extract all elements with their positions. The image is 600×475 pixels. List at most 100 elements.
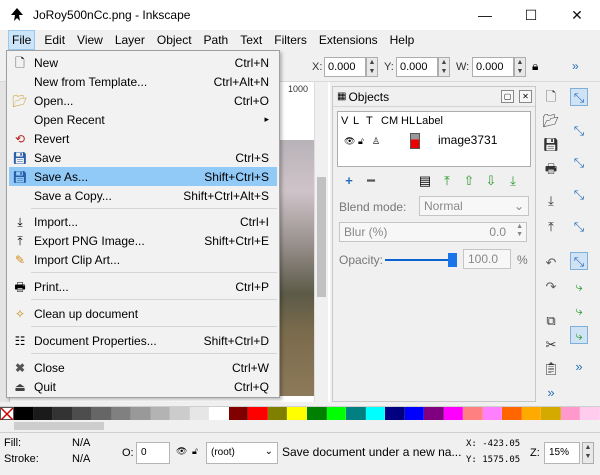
- menu-item-new[interactable]: 🗋 New Ctrl+N: [9, 53, 277, 72]
- snap-bbox-midpoints-icon[interactable]: ⤡: [570, 218, 588, 236]
- palette-swatch[interactable]: [53, 407, 73, 421]
- zoom-input[interactable]: 15%: [544, 442, 580, 464]
- menu-filters[interactable]: Filters: [271, 30, 310, 50]
- raise-icon[interactable]: ⇧: [461, 173, 477, 189]
- palette-swatch[interactable]: [424, 407, 444, 421]
- remove-icon[interactable]: ━: [363, 173, 379, 189]
- export-icon[interactable]: ⤒: [542, 218, 560, 236]
- menu-item-save[interactable]: 💾︎ Save Ctrl+S: [9, 148, 277, 167]
- snap-bbox-edges-icon[interactable]: ⤡: [570, 154, 588, 172]
- paste-icon[interactable]: 📋︎: [542, 360, 560, 378]
- stroke-value[interactable]: N/A: [72, 453, 90, 465]
- highlight-color-swatch[interactable]: [410, 133, 420, 149]
- commands-overflow-icon[interactable]: »: [542, 384, 560, 402]
- zoom-spinner[interactable]: ▲ ▼: [582, 442, 594, 464]
- w-input[interactable]: 0.000: [472, 57, 514, 77]
- w-spinner[interactable]: ▲ ▼: [514, 57, 526, 77]
- new-document-icon[interactable]: 🗋: [542, 88, 560, 106]
- menu-path[interactable]: Path: [201, 30, 232, 50]
- blur-field[interactable]: Blur (%) 0.0 ▲ ▼: [339, 222, 527, 242]
- menu-item-close[interactable]: ✖ Close Ctrl+W: [9, 358, 277, 377]
- menu-object[interactable]: Object: [154, 30, 195, 50]
- palette-swatch[interactable]: [521, 407, 542, 421]
- no-paint-swatch[interactable]: [0, 407, 14, 421]
- palette-swatch[interactable]: [170, 407, 190, 421]
- opacity-slider[interactable]: [385, 253, 457, 267]
- menu-item-open[interactable]: 📂︎ Open... Ctrl+O: [9, 91, 277, 110]
- snap-enable-icon[interactable]: ⤡: [570, 88, 588, 106]
- maximize-button[interactable]: ☐: [508, 0, 554, 30]
- y-input[interactable]: 0.000: [396, 57, 438, 77]
- palette-swatch[interactable]: [72, 407, 93, 421]
- palette-swatch[interactable]: [287, 407, 307, 421]
- unlock-icon[interactable]: 🔓︎: [358, 136, 364, 147]
- lock-icon[interactable]: 🔒︎: [532, 59, 538, 74]
- object-row-label[interactable]: image3731: [438, 133, 497, 147]
- layer-visibility-icon[interactable]: 👁︎: [176, 446, 187, 457]
- cut-icon[interactable]: ✂: [542, 336, 560, 354]
- fill-value[interactable]: N/A: [72, 437, 90, 449]
- scroll-thumb[interactable]: [317, 177, 326, 297]
- minimize-button[interactable]: —: [462, 0, 508, 30]
- menu-item-document-properties[interactable]: ☷ Document Properties... Shift+Ctrl+D: [9, 331, 277, 350]
- palette-swatch[interactable]: [346, 407, 366, 421]
- palette-swatch[interactable]: [209, 407, 229, 421]
- snap-paths-icon[interactable]: ⤷: [570, 278, 588, 296]
- snap-bbox-icon[interactable]: ⤡: [570, 122, 588, 140]
- snap-path-intersections-icon[interactable]: ⤷: [570, 302, 588, 320]
- palette-swatch[interactable]: [580, 407, 600, 421]
- raise-to-top-icon[interactable]: ⤒: [439, 173, 455, 189]
- menu-item-new-from-template[interactable]: New from Template... Ctrl+Alt+N: [9, 72, 277, 91]
- canvas-image[interactable]: [279, 140, 314, 396]
- palette-swatch[interactable]: [189, 407, 210, 421]
- menu-item-save-as[interactable]: 💾︎ Save As... Shift+Ctrl+S: [9, 167, 277, 186]
- palette-swatch[interactable]: [560, 407, 581, 421]
- palette-swatch[interactable]: [267, 407, 288, 421]
- palette-swatch[interactable]: [306, 407, 327, 421]
- snap-nodes-icon[interactable]: ⤡: [570, 252, 588, 270]
- palette-swatch[interactable]: [502, 407, 522, 421]
- menu-edit[interactable]: Edit: [41, 30, 68, 50]
- lower-icon[interactable]: ⇩: [483, 173, 499, 189]
- opacity-input[interactable]: 100.0: [463, 249, 511, 269]
- undo-icon[interactable]: ↶: [542, 254, 560, 272]
- snap-bbox-corners-icon[interactable]: ⤡: [570, 186, 588, 204]
- menu-item-import[interactable]: ⤓ Import... Ctrl+I: [9, 212, 277, 231]
- opacity-slider-handle[interactable]: [448, 253, 457, 267]
- copy-icon[interactable]: ⧉: [542, 312, 560, 330]
- palette-swatch[interactable]: [326, 407, 347, 421]
- palette-swatch[interactable]: [33, 407, 54, 421]
- palette-swatch[interactable]: [248, 407, 268, 421]
- palette-scroll-thumb[interactable]: [14, 422, 104, 430]
- blur-spinner[interactable]: ▲ ▼: [516, 223, 523, 239]
- open-folder-icon[interactable]: 📂︎: [542, 112, 560, 130]
- palette-swatch[interactable]: [14, 407, 34, 421]
- palette-swatch[interactable]: [404, 407, 425, 421]
- menu-help[interactable]: Help: [387, 30, 418, 50]
- panel-collapse-button[interactable]: ▢: [501, 90, 514, 103]
- y-spinner[interactable]: ▲ ▼: [438, 57, 450, 77]
- menu-text[interactable]: Text: [237, 30, 265, 50]
- layer-lock-icon[interactable]: 🔓︎: [192, 446, 198, 457]
- panel-close-button[interactable]: ✕: [519, 90, 532, 103]
- menu-view[interactable]: View: [74, 30, 106, 50]
- menu-item-save-a-copy[interactable]: Save a Copy... Shift+Ctrl+Alt+S: [9, 186, 277, 205]
- palette-swatch[interactable]: [150, 407, 171, 421]
- palette-swatch[interactable]: [131, 407, 151, 421]
- palette-swatch[interactable]: [443, 407, 464, 421]
- lower-to-bottom-icon[interactable]: ⤓: [505, 173, 521, 189]
- menu-item-open-recent[interactable]: Open Recent ▸: [9, 110, 277, 129]
- menu-extensions[interactable]: Extensions: [316, 30, 381, 50]
- import-icon[interactable]: ⤓: [542, 192, 560, 210]
- close-window-button[interactable]: ✕: [554, 0, 600, 30]
- menu-item-export-png[interactable]: ⤒ Export PNG Image... Shift+Ctrl+E: [9, 231, 277, 250]
- palette-swatch[interactable]: [228, 407, 249, 421]
- objects-list[interactable]: V L T CM HL Label 👁︎ 🔓︎ ♙ image3731: [337, 111, 531, 167]
- menu-file[interactable]: File: [8, 30, 36, 50]
- menu-layer[interactable]: Layer: [112, 30, 148, 50]
- toolbar-overflow-icon[interactable]: »: [572, 59, 579, 73]
- palette-swatch[interactable]: [482, 407, 503, 421]
- menu-item-clean-up-document[interactable]: ✧ Clean up document: [9, 304, 277, 323]
- canvas-vertical-scrollbar[interactable]: [314, 82, 328, 402]
- palette-swatch[interactable]: [463, 407, 483, 421]
